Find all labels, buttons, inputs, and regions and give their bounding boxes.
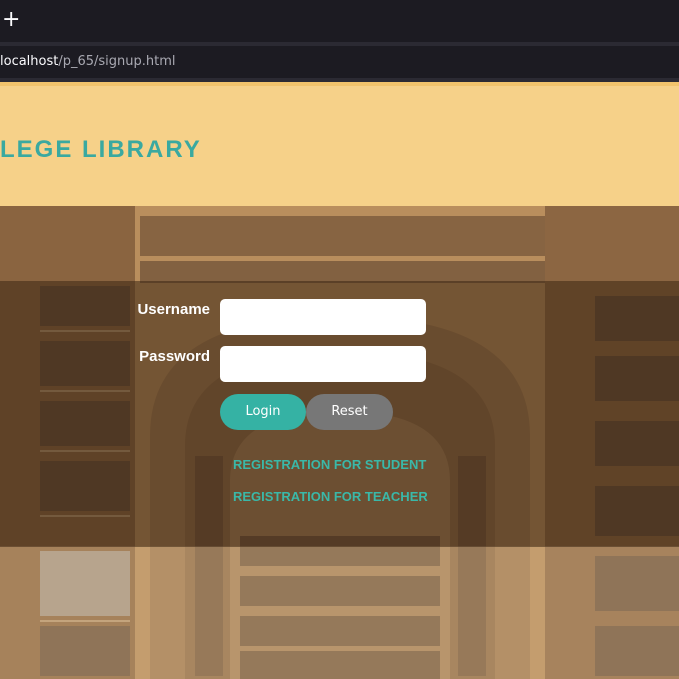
address-bar[interactable]: localhost/p_65/signup.html	[0, 46, 679, 78]
login-button[interactable]: Login	[220, 394, 306, 430]
username-input[interactable]	[220, 299, 426, 335]
browser-tab-bar: +	[0, 0, 679, 42]
site-header: LEGE LIBRARY	[0, 82, 679, 206]
web-page: LEGE LIBRARY Username Password Login Res…	[0, 82, 679, 679]
password-input[interactable]	[220, 346, 426, 382]
student-registration-link[interactable]: REGISTRATION FOR STUDENT	[233, 457, 426, 472]
url-text[interactable]: localhost/p_65/signup.html	[0, 46, 176, 78]
url-path: /p_65/signup.html	[58, 54, 176, 69]
new-tab-button[interactable]: +	[2, 9, 22, 31]
teacher-registration-link[interactable]: REGISTRATION FOR TEACHER	[233, 489, 428, 504]
library-background-image: Username Password Login Reset REGISTRATI…	[0, 206, 679, 679]
site-title: LEGE LIBRARY	[0, 136, 202, 163]
url-host: localhost	[0, 54, 59, 69]
password-label: Password	[139, 348, 210, 365]
reset-button[interactable]: Reset	[306, 394, 393, 430]
username-label: Username	[137, 301, 210, 318]
